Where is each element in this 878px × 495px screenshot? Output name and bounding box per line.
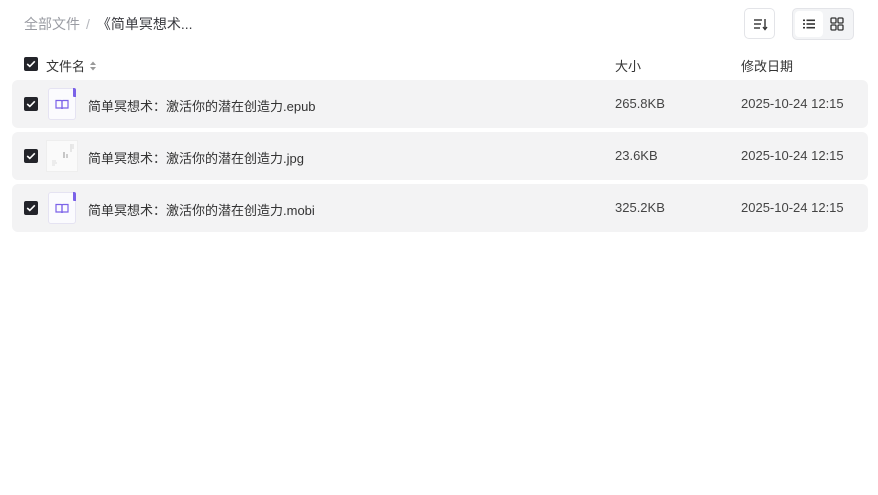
breadcrumb: 全部文件 / 《简单冥想术... xyxy=(24,15,193,33)
file-name[interactable]: 简单冥想术：激活你的潜在创造力.mobi xyxy=(88,200,315,219)
file-name[interactable]: 简单冥想术：激活你的潜在创造力.epub xyxy=(88,96,316,115)
checkmark-icon xyxy=(26,152,36,160)
checkmark-icon xyxy=(26,60,36,68)
breadcrumb-root-link[interactable]: 全部文件 xyxy=(24,14,80,34)
file-size: 23.6KB xyxy=(615,148,658,163)
file-size: 325.2KB xyxy=(615,200,665,215)
file-name[interactable]: 简单冥想术：激活你的潜在创造力.jpg xyxy=(88,148,304,167)
name-column-header[interactable]: 文件名 xyxy=(46,56,97,75)
row-checkbox[interactable] xyxy=(24,149,38,163)
file-modified-date: 2025-10-24 12:15 xyxy=(741,200,844,215)
file-modified-date: 2025-10-24 12:15 xyxy=(741,148,844,163)
grid-view-button[interactable] xyxy=(823,11,851,37)
size-column-header[interactable]: 大小 xyxy=(615,56,641,75)
file-row[interactable]: 简单冥想术：激活你的潜在创造力.jpg 23.6KB 2025-10-24 12… xyxy=(12,132,868,180)
select-all-checkbox[interactable] xyxy=(24,57,38,71)
image-thumbnail xyxy=(46,140,78,172)
ebook-file-icon xyxy=(48,192,76,224)
breadcrumb-current: 《简单冥想术... xyxy=(96,16,193,32)
grid-view-icon xyxy=(830,17,844,31)
open-book-icon xyxy=(55,203,69,213)
open-book-icon xyxy=(55,99,69,109)
row-checkbox[interactable] xyxy=(24,201,38,215)
row-checkbox[interactable] xyxy=(24,97,38,111)
view-toggle xyxy=(792,8,854,40)
file-size: 265.8KB xyxy=(615,96,665,111)
breadcrumb-separator: / xyxy=(86,16,90,32)
list-header: 文件名 大小 修改日期 xyxy=(0,54,878,74)
file-modified-date: 2025-10-24 12:15 xyxy=(741,96,844,111)
ebook-file-icon xyxy=(48,88,76,120)
sort-button[interactable] xyxy=(744,8,775,39)
file-row[interactable]: 简单冥想术：激活你的潜在创造力.epub 265.8KB 2025-10-24 … xyxy=(12,80,868,128)
list-view-button[interactable] xyxy=(795,11,823,37)
sort-toggle-icon xyxy=(89,60,97,72)
date-column-header[interactable]: 修改日期 xyxy=(741,56,793,75)
list-view-icon xyxy=(803,19,815,29)
file-row[interactable]: 简单冥想术：激活你的潜在创造力.mobi 325.2KB 2025-10-24 … xyxy=(12,184,868,232)
sort-icon xyxy=(753,18,768,31)
checkmark-icon xyxy=(26,204,36,212)
checkmark-icon xyxy=(26,100,36,108)
name-column-label: 文件名 xyxy=(46,59,86,74)
